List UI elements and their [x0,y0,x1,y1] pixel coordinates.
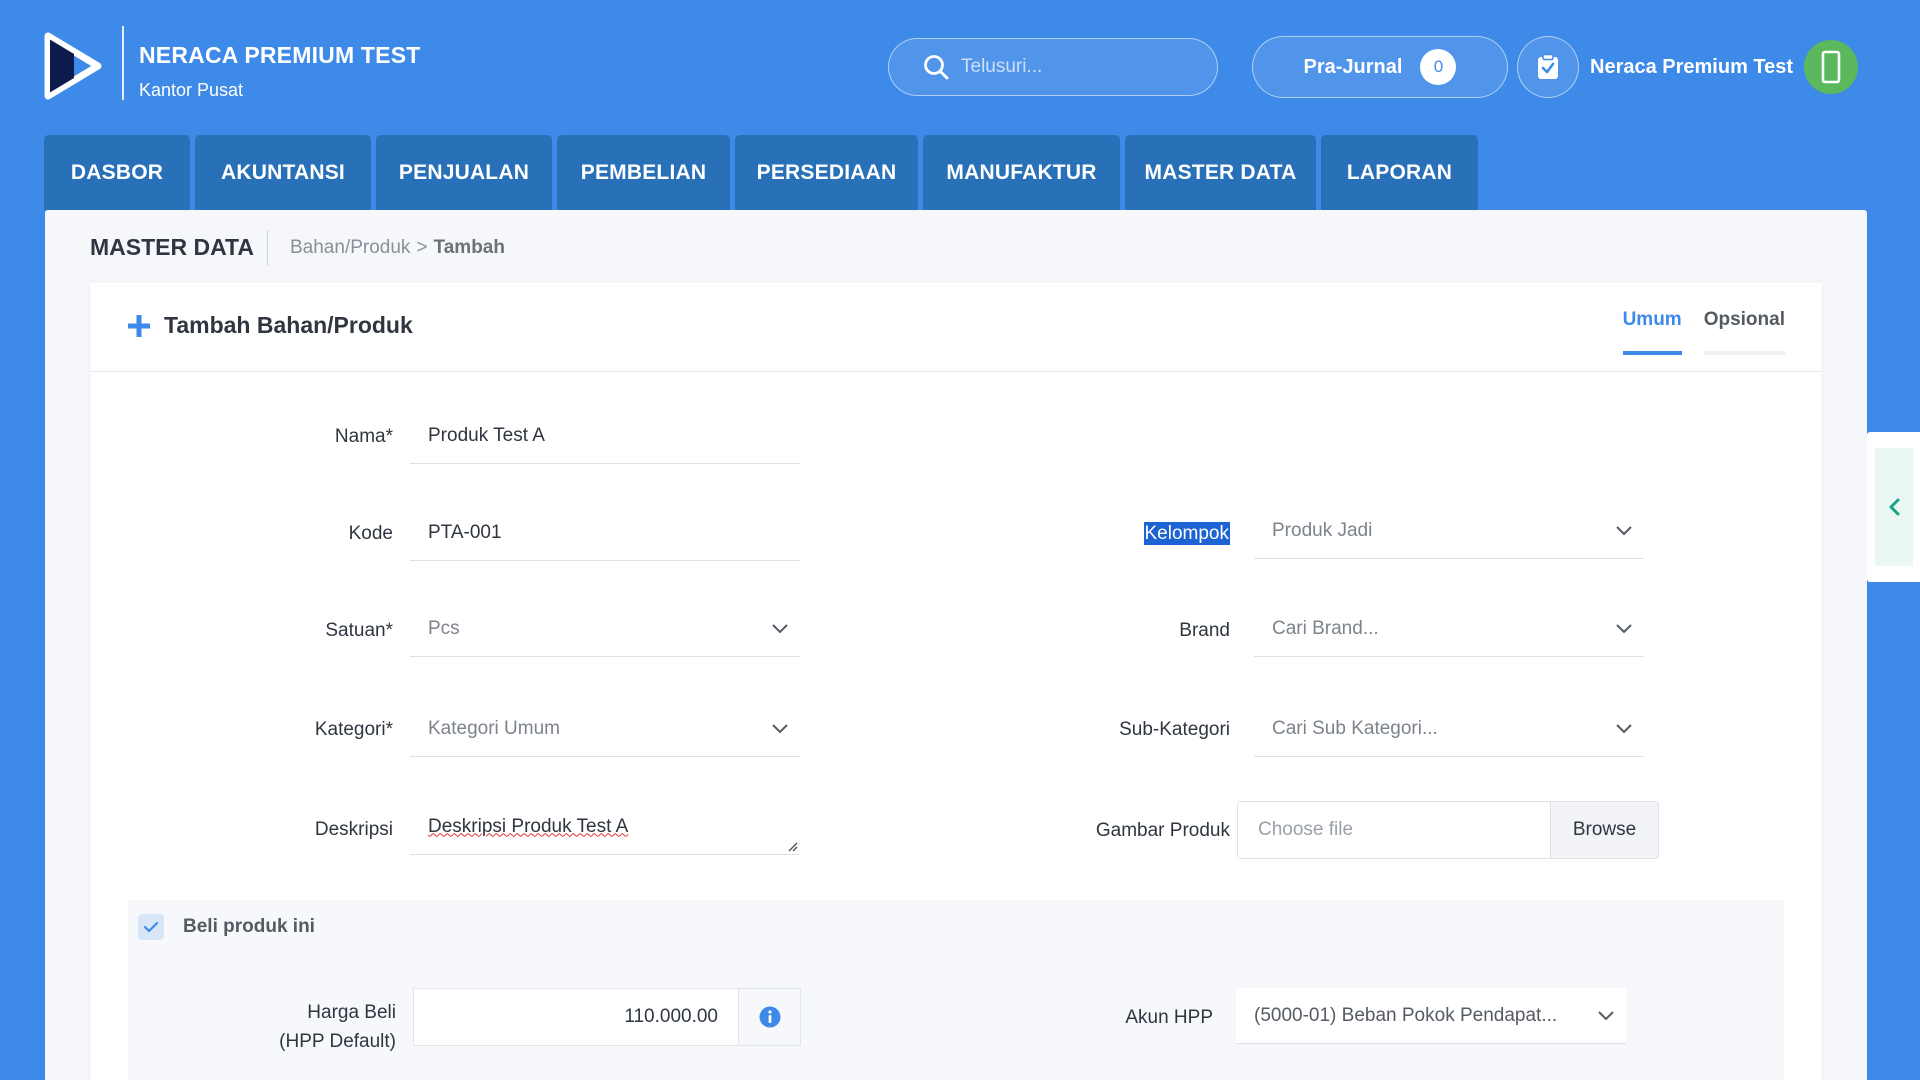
breadcrumb-current: Tambah [433,237,505,258]
nav-tab-laporan[interactable]: LAPORAN [1321,135,1478,210]
breadcrumb-divider [267,230,268,266]
page-section-title: MASTER DATA [90,234,254,260]
kelompok-select[interactable]: Produk Jadi [1254,503,1644,559]
purchase-section: Beli produk ini Harga Beli (HPP Default)… [128,900,1784,1080]
file-upload[interactable]: Choose file Browse [1237,801,1659,859]
nav-tab-master-data[interactable]: MASTER DATA [1125,135,1316,210]
brand-placeholder: Cari Brand... [1272,617,1379,639]
breadcrumb-parent[interactable]: Bahan/Produk [290,237,410,258]
kategori-value: Kategori Umum [428,717,560,739]
search-input[interactable] [961,56,1181,78]
task-clipboard-button[interactable] [1517,36,1579,98]
harga-beli-label-line1: Harga Beli [307,1002,396,1023]
kode-label: Kode [348,523,393,544]
chevron-left-icon [1889,498,1899,516]
company-name: NERACA PREMIUM TEST [139,42,421,68]
search-icon [924,55,949,80]
subkategori-label: Sub-Kategori [1119,719,1230,740]
satuan-value: Pcs [428,617,460,639]
prajurnal-button[interactable]: Pra-Jurnal 0 [1252,36,1508,98]
checkmark-icon [143,921,159,933]
breadcrumb-separator: > [416,237,428,258]
company-branch: Kantor Pusat [139,80,244,100]
form-card: Tambah Bahan/Produk Umum Opsional Nama* … [90,283,1822,1080]
kelompok-value: Produk Jadi [1272,519,1373,541]
akun-hpp-label: Akun HPP [1125,1007,1213,1028]
nama-label: Nama* [334,426,393,447]
harga-beli-input[interactable]: 110.000.00 [413,988,801,1046]
satuan-label: Satuan* [325,620,393,641]
app-logo[interactable] [44,32,102,100]
nav-tab-persediaan[interactable]: PERSEDIAAN [735,135,918,210]
mobile-device-icon [1821,50,1841,84]
kategori-label: Kategori* [314,719,393,740]
harga-beli-label: Harga Beli (HPP Default) [228,998,396,1056]
akun-hpp-value: (5000-01) Beban Pokok Pendapat... [1254,1004,1558,1026]
main-nav: DASBOR AKUNTANSI PENJUALAN PEMBELIAN PER… [44,135,1478,210]
brand-label: Brand [1179,620,1230,641]
chevron-down-icon [760,723,800,734]
card-title: Tambah Bahan/Produk [128,312,413,339]
subkategori-placeholder: Cari Sub Kategori... [1272,717,1438,739]
tab-opsional[interactable]: Opsional [1703,309,1785,355]
chevron-down-icon [1604,723,1644,734]
kode-input[interactable]: PTA-001 [410,505,800,561]
nav-tab-manufaktur[interactable]: MANUFAKTUR [923,135,1120,210]
kategori-select[interactable]: Kategori Umum [410,701,800,757]
brand-select[interactable]: Cari Brand... [1254,601,1644,657]
browse-button[interactable]: Browse [1550,802,1658,858]
kelompok-label: Kelompok [1050,522,1230,545]
nav-tab-pembelian[interactable]: PEMBELIAN [557,135,730,210]
user-name[interactable]: Neraca Premium Test [1590,56,1793,79]
main-panel: MASTER DATA Bahan/Produk > Tambah Tambah B… [45,210,1867,1080]
chevron-down-icon [1604,623,1644,634]
deskripsi-label: Deskripsi [314,819,393,840]
harga-beli-label-line2: (HPP Default) [279,1031,396,1052]
company-info: NERACA PREMIUM TEST Kantor Pusat [139,42,421,101]
harga-beli-value[interactable]: 110.000.00 [414,989,738,1045]
card-header: Tambah Bahan/Produk Umum Opsional [90,283,1822,372]
kode-value: PTA-001 [428,521,502,543]
akun-hpp-select[interactable]: (5000-01) Beban Pokok Pendapat... [1236,988,1626,1044]
file-upload-placeholder[interactable]: Choose file [1238,802,1550,858]
nav-tab-akuntansi[interactable]: AKUNTANSI [195,135,371,210]
logo-icon [44,32,102,100]
nama-value: Produk Test A [428,424,545,446]
info-icon [759,1006,780,1028]
user-avatar[interactable] [1804,40,1858,94]
nama-input[interactable]: Produk Test A [410,408,800,464]
plus-icon [128,314,150,337]
gambar-produk-label: Gambar Produk [1095,820,1230,841]
nav-tab-penjualan[interactable]: PENJUALAN [376,135,552,210]
info-button[interactable] [738,989,800,1045]
beli-checkbox[interactable] [138,914,164,940]
resize-handle-icon[interactable] [786,840,798,852]
beli-checkbox-label[interactable]: Beli produk ini [183,916,315,938]
card-title-text: Tambah Bahan/Produk [164,312,413,338]
form-tabs: Umum Opsional [1601,309,1785,355]
satuan-select[interactable]: Pcs [410,601,800,657]
chevron-down-icon [1586,1010,1626,1021]
chevron-down-icon [1604,525,1644,536]
side-panel-expand-button[interactable] [1874,448,1913,566]
deskripsi-value: Deskripsi Produk Test A [428,815,629,837]
breadcrumb: Bahan/Produk > Tambah [290,237,505,259]
deskripsi-textarea[interactable]: Deskripsi Produk Test A [410,799,800,855]
kelompok-label-text: Kelompok [1143,522,1230,545]
nav-tab-dasbor[interactable]: DASBOR [44,135,190,210]
search-bar[interactable] [888,38,1218,96]
chevron-down-icon [760,623,800,634]
prajurnal-label: Pra-Jurnal [1303,55,1403,78]
logo-divider [122,26,124,100]
subkategori-select[interactable]: Cari Sub Kategori... [1254,701,1644,757]
clipboard-check-icon [1538,54,1558,79]
tab-umum[interactable]: Umum [1622,309,1682,355]
side-panel-toggle [1867,432,1920,582]
prajurnal-count-badge: 0 [1420,49,1457,85]
